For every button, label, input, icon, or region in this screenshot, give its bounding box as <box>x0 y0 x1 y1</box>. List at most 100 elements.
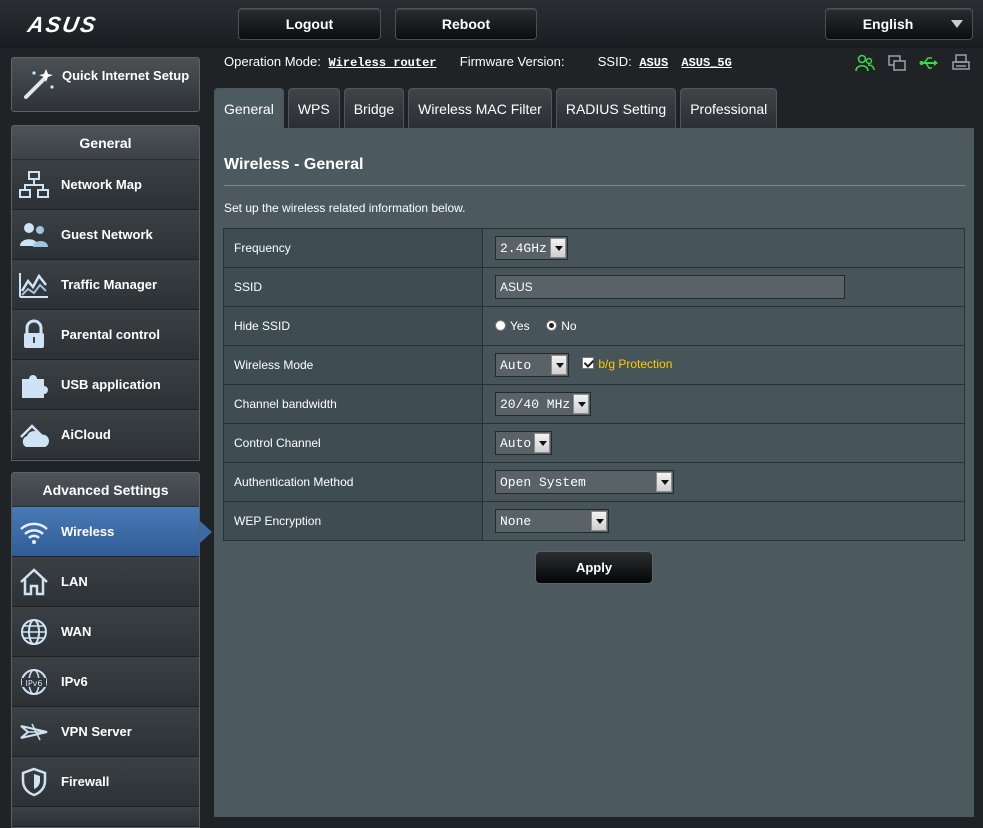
table-row: Authentication Method Open System <box>223 462 965 502</box>
network-status-icon[interactable] <box>887 54 907 72</box>
puzzle-icon <box>22 375 48 398</box>
quick-internet-setup-button[interactable]: Quick Internet Setup <box>11 57 200 112</box>
sidebar-item-aicloud[interactable]: AiCloud <box>12 410 199 460</box>
firmware-version-label: Firmware Version: <box>459 54 565 69</box>
wireless-settings-table: Frequency 2.4GHz SSID ASUS Hide SSID Yes… <box>223 228 965 541</box>
frequency-select[interactable]: 2.4GHz <box>495 236 568 260</box>
sidebar-item-label: USB application <box>61 377 161 392</box>
magic-wand-icon <box>24 69 54 99</box>
sidebar-item-label: Parental control <box>61 327 160 342</box>
sidebar-item-label: WAN <box>61 624 92 639</box>
frequency-value: 2.4GHz <box>500 240 547 256</box>
channel-bandwidth-label: Channel bandwidth <box>223 384 483 424</box>
operation-mode-link[interactable]: Wireless router <box>328 56 436 70</box>
tab-professional[interactable]: Professional <box>680 88 778 128</box>
hide-ssid-yes-radio[interactable] <box>495 320 506 331</box>
ssid-link-2[interactable]: ASUS_5G <box>681 56 731 70</box>
shield-icon <box>21 767 47 797</box>
sidebar-item-vpn-server[interactable]: VPN Server <box>12 707 199 757</box>
general-group-title: General <box>12 126 199 160</box>
sidebar-item-usb-application[interactable]: USB application <box>12 360 199 410</box>
wireless-mode-select[interactable]: Auto <box>495 353 569 377</box>
ssid-input[interactable]: ASUS <box>495 275 845 299</box>
tab-wps[interactable]: WPS <box>287 88 340 128</box>
chevron-down-icon <box>549 238 566 258</box>
home-icon <box>20 568 48 596</box>
ssid-label: SSID: <box>597 54 632 69</box>
apply-button[interactable]: Apply <box>535 551 653 584</box>
sidebar-item-network-map[interactable]: Network Map <box>12 160 199 210</box>
sidebar-item-ipv6[interactable]: IPv6 IPv6 <box>12 657 199 707</box>
channel-bandwidth-value: 20/40 MHz <box>500 396 571 412</box>
language-value: English <box>862 16 914 32</box>
sidebar-item-wan[interactable]: WAN <box>12 607 199 657</box>
sidebar-item-firewall[interactable]: Firewall <box>12 757 199 807</box>
sidebar-item-wireless[interactable]: Wireless <box>12 507 212 557</box>
advanced-settings-title: Advanced Settings <box>12 473 199 507</box>
operation-mode-label: Operation Mode: <box>224 54 321 69</box>
language-select[interactable]: English <box>825 8 973 40</box>
printer-status-icon[interactable] <box>951 54 971 72</box>
authentication-method-select[interactable]: Open System <box>495 470 674 494</box>
general-group: General Network Map Guest Network Traffi… <box>11 125 200 461</box>
sidebar-item-label: Network Map <box>61 177 142 192</box>
table-row: WEP Encryption None <box>223 501 965 541</box>
sidebar-item-traffic-manager[interactable]: Traffic Manager <box>12 260 199 310</box>
ssid-link-1[interactable]: ASUS <box>639 56 668 70</box>
bg-protection-label: b/g Protection <box>598 357 673 372</box>
hide-ssid-no-radio[interactable] <box>546 320 558 331</box>
globe-icon <box>21 619 47 645</box>
network-map-icon <box>19 171 49 198</box>
lock-icon <box>24 319 44 348</box>
table-row: Hide SSID Yes No <box>223 306 965 346</box>
logout-button[interactable]: Logout <box>238 8 381 40</box>
table-row: Frequency 2.4GHz <box>223 228 965 268</box>
hide-ssid-no-label: No <box>561 319 577 333</box>
table-row: Control Channel Auto <box>223 423 965 463</box>
wep-encryption-label: WEP Encryption <box>223 501 483 541</box>
control-channel-label: Control Channel <box>223 423 483 463</box>
ssid-field-label: SSID <box>223 267 483 307</box>
bg-protection-checkbox[interactable] <box>582 357 595 370</box>
guest-network-icon <box>20 223 48 247</box>
tab-bridge[interactable]: Bridge <box>343 88 405 128</box>
hide-ssid-yes-label: Yes <box>510 319 530 333</box>
sidebar-item-parental-control[interactable]: Parental control <box>12 310 199 360</box>
sidebar-item-label: LAN <box>61 574 88 589</box>
reboot-button[interactable]: Reboot <box>395 8 537 40</box>
sidebar-item-lan[interactable]: LAN <box>12 557 199 607</box>
main-content: Wireless - General Set up the wireless r… <box>214 128 974 817</box>
sidebar: Quick Internet Setup General Network Map… <box>0 48 212 828</box>
asus-logo: ASUS <box>25 12 100 37</box>
title-divider <box>224 185 965 186</box>
channel-bandwidth-select[interactable]: 20/40 MHz <box>495 392 592 416</box>
tab-radius-setting[interactable]: RADIUS Setting <box>555 88 677 128</box>
sidebar-item-label: Guest Network <box>61 227 153 242</box>
sidebar-item-label: AiCloud <box>61 427 111 442</box>
vpn-icon <box>20 723 48 741</box>
sidebar-item-label: Wireless <box>61 524 115 539</box>
ipv6-icon: IPv6 <box>21 669 47 695</box>
control-channel-value: Auto <box>500 435 532 451</box>
authentication-method-value: Open System <box>500 474 586 490</box>
usb-status-icon[interactable] <box>919 54 939 72</box>
page-description: Set up the wireless related information … <box>224 201 466 215</box>
tab-wireless-mac-filter[interactable]: Wireless MAC Filter <box>408 88 552 128</box>
frequency-label: Frequency <box>223 228 483 268</box>
wireless-mode-value: Auto <box>500 357 532 373</box>
sidebar-item-guest-network[interactable]: Guest Network <box>12 210 199 260</box>
advanced-settings-group: Advanced Settings Wireless LAN WAN IPv6 … <box>11 472 212 828</box>
chevron-down-icon <box>573 394 590 414</box>
cloud-icon <box>20 424 49 447</box>
wep-encryption-select[interactable]: None <box>495 509 609 533</box>
table-row: Wireless Mode Auto b/g Protection <box>223 345 965 385</box>
sidebar-item-partial[interactable] <box>12 807 199 827</box>
control-channel-select[interactable]: Auto <box>495 431 553 455</box>
sidebar-item-label: VPN Server <box>61 724 132 739</box>
tab-general[interactable]: General <box>214 88 284 128</box>
wifi-icon <box>20 522 48 544</box>
svg-text:IPv6: IPv6 <box>25 679 42 688</box>
quick-internet-setup-label: Quick Internet Setup <box>62 68 190 83</box>
client-status-icon[interactable] <box>855 54 875 72</box>
sidebar-item-label: Traffic Manager <box>61 277 158 292</box>
